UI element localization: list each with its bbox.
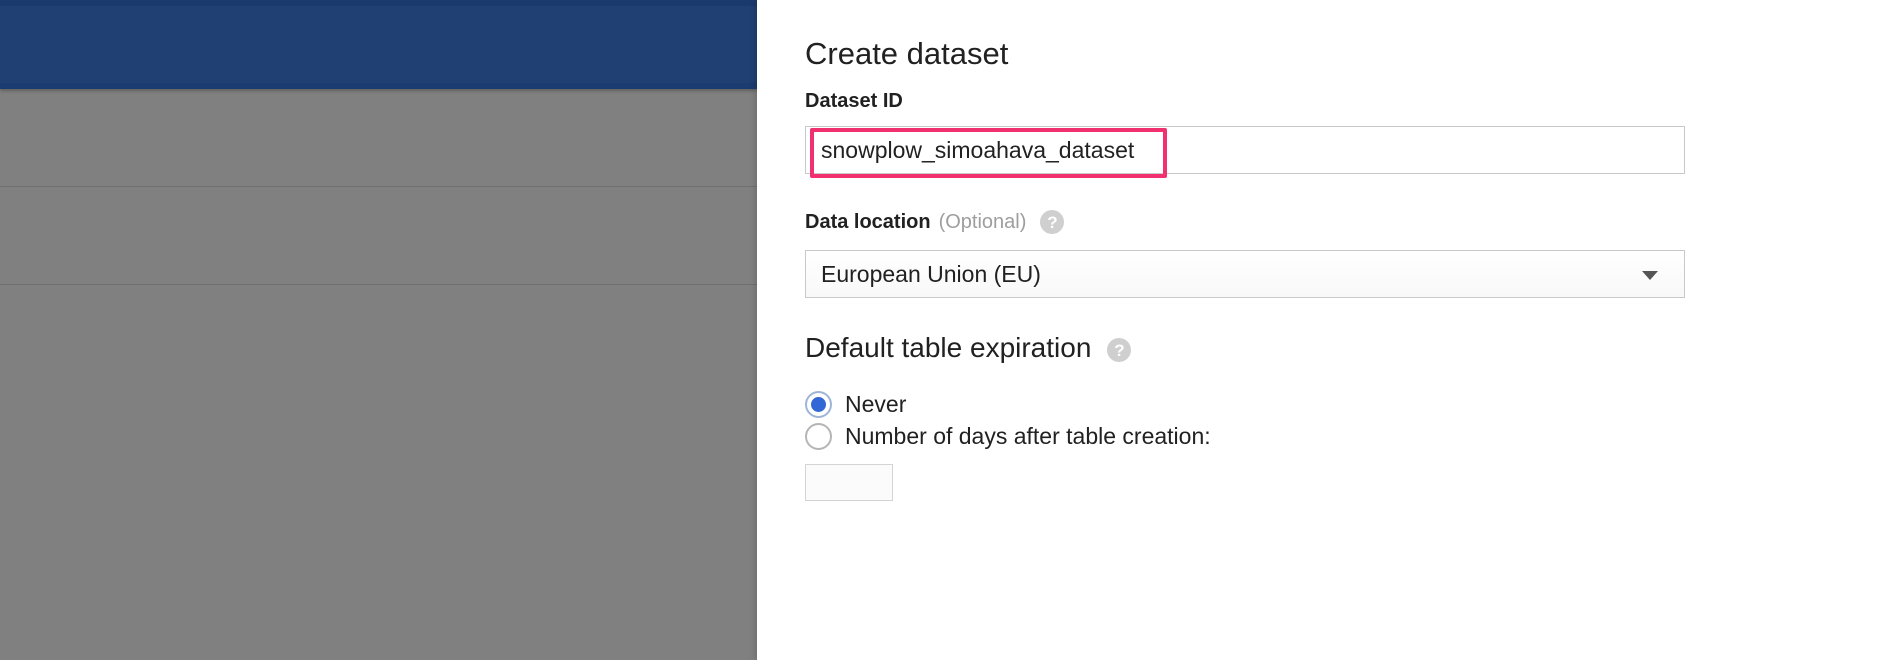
help-icon[interactable]: ?: [1040, 210, 1065, 234]
dataset-id-label: Dataset ID: [805, 90, 903, 113]
data-location-selected-value: European Union (EU): [821, 260, 1041, 287]
panel-title: Create dataset: [805, 36, 1009, 71]
data-location-label-text: Data location: [805, 210, 931, 233]
table-expiration-heading-text: Default table expiration: [805, 332, 1092, 363]
background-app-overlay[interactable]: [0, 0, 757, 660]
radio-label-days: Number of days after table creation:: [845, 423, 1211, 449]
dataset-id-label-text: Dataset ID: [805, 90, 903, 112]
app-header-bar: [0, 0, 757, 89]
list-divider: [0, 186, 757, 187]
screen: Create dataset Dataset ID snowplow_simoa…: [0, 0, 1894, 660]
radio-option-never[interactable]: Never: [805, 391, 906, 418]
help-icon[interactable]: ?: [1107, 338, 1132, 362]
radio-button-checked[interactable]: [805, 391, 832, 418]
radio-dot-icon: [811, 397, 826, 412]
chevron-down-icon: [1642, 271, 1658, 280]
create-dataset-panel: Create dataset Dataset ID snowplow_simoa…: [757, 0, 1894, 660]
table-expiration-heading: Default table expiration ?: [805, 332, 1132, 364]
data-location-select[interactable]: European Union (EU): [805, 250, 1685, 298]
days-input[interactable]: [805, 464, 893, 501]
radio-button-unchecked[interactable]: [805, 423, 832, 450]
dataset-id-value: snowplow_simoahava_dataset: [821, 137, 1135, 163]
list-divider: [0, 284, 757, 285]
radio-label-never: Never: [845, 391, 907, 417]
data-location-label: Data location (Optional) ?: [805, 210, 1065, 234]
optional-hint: (Optional): [938, 210, 1027, 233]
radio-option-days[interactable]: Number of days after table creation:: [805, 423, 1211, 450]
